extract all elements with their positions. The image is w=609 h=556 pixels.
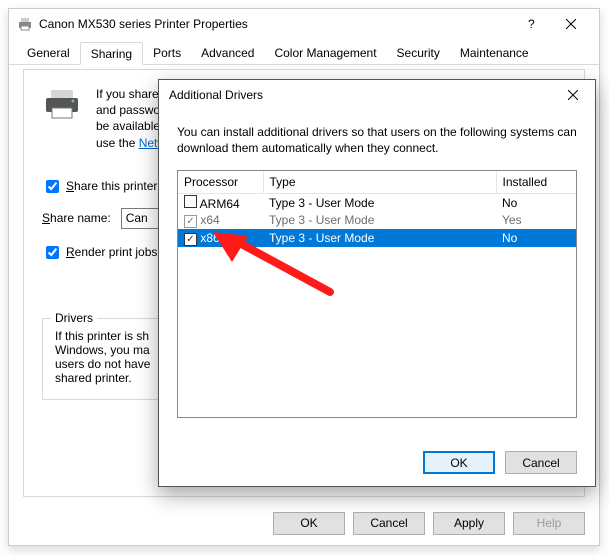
help-button[interactable]: Help <box>513 512 585 535</box>
tab-advanced[interactable]: Advanced <box>191 42 264 65</box>
render-jobs-label: Render print jobs <box>66 245 157 259</box>
drivers-table: Processor Type Installed ARM64 Type 3 - U… <box>178 171 576 247</box>
close-titlebar-button[interactable] <box>551 10 591 38</box>
table-row[interactable]: ARM64 Type 3 - User ModeNo <box>178 193 576 211</box>
row-proc: ARM64 <box>200 197 240 211</box>
row-installed: Yes <box>496 211 576 229</box>
col-type[interactable]: Type <box>263 171 496 193</box>
child-titlebar: Additional Drivers <box>159 80 595 110</box>
share-printer-checkbox[interactable] <box>46 180 59 193</box>
render-jobs-checkbox[interactable] <box>46 246 59 259</box>
tab-ports[interactable]: Ports <box>143 42 191 65</box>
row-type: Type 3 - User Mode <box>263 211 496 229</box>
child-ok-button[interactable]: OK <box>423 451 495 474</box>
tabs: General Sharing Ports Advanced Color Man… <box>9 41 599 65</box>
svg-text:?: ? <box>528 19 535 29</box>
table-row[interactable]: x86 Type 3 - User ModeNo <box>178 229 576 247</box>
help-titlebar-button[interactable]: ? <box>511 10 551 38</box>
tab-color-management[interactable]: Color Management <box>264 42 386 65</box>
row-checkbox[interactable] <box>184 233 197 246</box>
row-installed: No <box>496 229 576 247</box>
col-installed[interactable]: Installed <box>496 171 576 193</box>
parent-titlebar: Canon MX530 series Printer Properties ? <box>9 9 599 39</box>
printer-large-icon <box>42 86 82 122</box>
tab-sharing[interactable]: Sharing <box>80 42 143 65</box>
child-close-button[interactable] <box>550 80 595 110</box>
table-row[interactable]: x64 Type 3 - User ModeYes <box>178 211 576 229</box>
col-processor[interactable]: Processor <box>178 171 263 193</box>
drivers-group-title: Drivers <box>51 311 97 325</box>
child-message: You can install additional drivers so th… <box>177 124 577 156</box>
row-installed: No <box>496 193 576 211</box>
ok-button[interactable]: OK <box>273 512 345 535</box>
parent-title: Canon MX530 series Printer Properties <box>39 17 511 31</box>
tab-general[interactable]: General <box>17 42 80 65</box>
share-printer-label: Share this printer <box>66 179 157 193</box>
parent-buttons: OK Cancel Apply Help <box>9 501 599 545</box>
printer-icon <box>17 16 33 32</box>
additional-drivers-dialog: Additional Drivers You can install addit… <box>158 79 596 487</box>
row-proc: x86 <box>200 231 219 245</box>
row-checkbox[interactable] <box>184 195 197 208</box>
apply-button[interactable]: Apply <box>433 512 505 535</box>
share-name-label: Share name: <box>42 211 111 225</box>
cancel-button[interactable]: Cancel <box>353 512 425 535</box>
tab-maintenance[interactable]: Maintenance <box>450 42 539 65</box>
child-buttons: OK Cancel <box>423 451 577 474</box>
row-type: Type 3 - User Mode <box>263 193 496 211</box>
row-proc: x64 <box>200 213 219 227</box>
child-title: Additional Drivers <box>159 88 550 102</box>
drivers-table-wrap: Processor Type Installed ARM64 Type 3 - U… <box>177 170 577 418</box>
child-cancel-button[interactable]: Cancel <box>505 451 577 474</box>
row-checkbox[interactable] <box>184 215 197 228</box>
tab-security[interactable]: Security <box>387 42 450 65</box>
row-type: Type 3 - User Mode <box>263 229 496 247</box>
